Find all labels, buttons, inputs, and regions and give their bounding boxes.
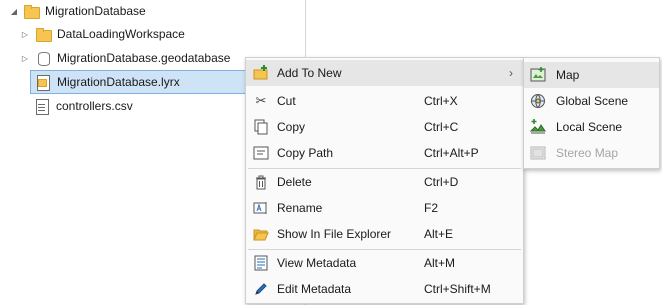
submenu-item-label: Map bbox=[556, 68, 580, 82]
chevron-right-icon: › bbox=[509, 66, 513, 80]
tree-item-label: MigrationDatabase.lyrx bbox=[57, 75, 180, 89]
chevron-right-icon[interactable]: ▷ bbox=[20, 23, 30, 45]
menu-item-label: Delete bbox=[277, 175, 312, 189]
menu-item-label: Show In File Explorer bbox=[277, 227, 392, 241]
submenu-item-label: Stereo Map bbox=[556, 146, 619, 160]
csv-file-icon bbox=[34, 98, 50, 115]
geodatabase-icon bbox=[35, 50, 51, 66]
menu-item-label: Edit Metadata bbox=[277, 282, 352, 296]
submenu-item-local-scene[interactable]: Local Scene bbox=[524, 114, 659, 140]
pencil-icon bbox=[252, 280, 270, 298]
submenu-item-stereo-map: Stereo Map bbox=[524, 140, 659, 166]
trash-icon bbox=[252, 173, 270, 191]
tree-item-label: DataLoadingWorkspace bbox=[57, 27, 185, 41]
menu-item-copy[interactable]: Copy Ctrl+C bbox=[246, 114, 523, 140]
menu-item-view-metadata[interactable]: View Metadata Alt+M bbox=[246, 250, 523, 276]
submenu-item-map[interactable]: Map bbox=[524, 62, 659, 88]
submenu-item-label: Global Scene bbox=[556, 94, 629, 108]
tree-item-migrationdatabase-folder[interactable]: ◢ MigrationDatabase bbox=[9, 0, 146, 22]
menu-item-label: Add To New bbox=[277, 66, 342, 80]
menu-item-label: Copy Path bbox=[277, 146, 334, 160]
tree-item-controllers-csv[interactable]: controllers.csv bbox=[34, 95, 133, 117]
menu-item-shortcut: Ctrl+C bbox=[424, 120, 459, 134]
menu-item-shortcut: F2 bbox=[424, 201, 439, 215]
tree-item-label: MigrationDatabase.geodatabase bbox=[57, 51, 231, 65]
menu-item-shortcut: Ctrl+Alt+P bbox=[424, 146, 479, 160]
add-to-new-submenu: Map Global Scene Local Scene Stereo Map bbox=[523, 57, 660, 169]
menu-item-shortcut: Ctrl+Shift+M bbox=[424, 282, 491, 296]
menu-item-shortcut: Ctrl+X bbox=[424, 94, 458, 108]
menu-item-shortcut: Alt+M bbox=[424, 256, 456, 270]
folder-icon bbox=[35, 26, 52, 42]
folder-icon bbox=[23, 3, 40, 19]
map-icon bbox=[530, 67, 546, 83]
menu-item-cut[interactable]: ✂ Cut Ctrl+X bbox=[246, 88, 523, 114]
tree-item-label: controllers.csv bbox=[56, 99, 133, 113]
menu-item-delete[interactable]: Delete Ctrl+D bbox=[246, 169, 523, 195]
submenu-item-label: Local Scene bbox=[556, 120, 623, 134]
menu-item-rename[interactable]: Rename F2 bbox=[246, 195, 523, 221]
metadata-icon bbox=[252, 254, 270, 272]
menu-item-label: Copy bbox=[277, 120, 306, 134]
tree-item-label: MigrationDatabase bbox=[45, 4, 146, 18]
stereo-map-icon bbox=[530, 145, 546, 161]
menu-item-add-to-new[interactable]: Add To New › bbox=[246, 60, 523, 86]
menu-item-show-in-file-explorer[interactable]: Show In File Explorer Alt+E bbox=[246, 221, 523, 247]
add-icon bbox=[252, 64, 270, 82]
globe-icon bbox=[530, 93, 546, 109]
submenu-item-global-scene[interactable]: Global Scene bbox=[524, 88, 659, 114]
tree-item-geodatabase[interactable]: ▷ MigrationDatabase.geodatabase bbox=[20, 47, 230, 69]
menu-item-shortcut: Ctrl+D bbox=[424, 175, 459, 189]
chevron-down-icon[interactable]: ◢ bbox=[9, 0, 19, 22]
layer-file-icon bbox=[35, 74, 51, 91]
menu-item-edit-metadata[interactable]: Edit Metadata Ctrl+Shift+M bbox=[246, 276, 523, 302]
menu-item-copy-path[interactable]: Copy Path Ctrl+Alt+P bbox=[246, 140, 523, 166]
copy-icon bbox=[252, 118, 270, 136]
local-scene-icon bbox=[529, 119, 546, 135]
menu-item-label: Cut bbox=[277, 94, 296, 108]
chevron-right-icon[interactable]: ▷ bbox=[20, 47, 30, 69]
tree-item-dataloadingworkspace[interactable]: ▷ DataLoadingWorkspace bbox=[20, 23, 185, 45]
rename-icon bbox=[252, 199, 270, 217]
scissors-icon: ✂ bbox=[255, 93, 267, 108]
copy-path-icon bbox=[252, 144, 270, 162]
tree-item-lyrx-selected[interactable]: MigrationDatabase.lyrx bbox=[30, 70, 247, 94]
menu-item-label: View Metadata bbox=[277, 256, 357, 270]
context-menu: Add To New › ✂ Cut Ctrl+X Copy Ctrl+C Co… bbox=[245, 57, 524, 304]
menu-item-shortcut: Alt+E bbox=[424, 227, 454, 241]
menu-item-label: Rename bbox=[277, 201, 323, 215]
open-folder-icon bbox=[252, 225, 270, 243]
